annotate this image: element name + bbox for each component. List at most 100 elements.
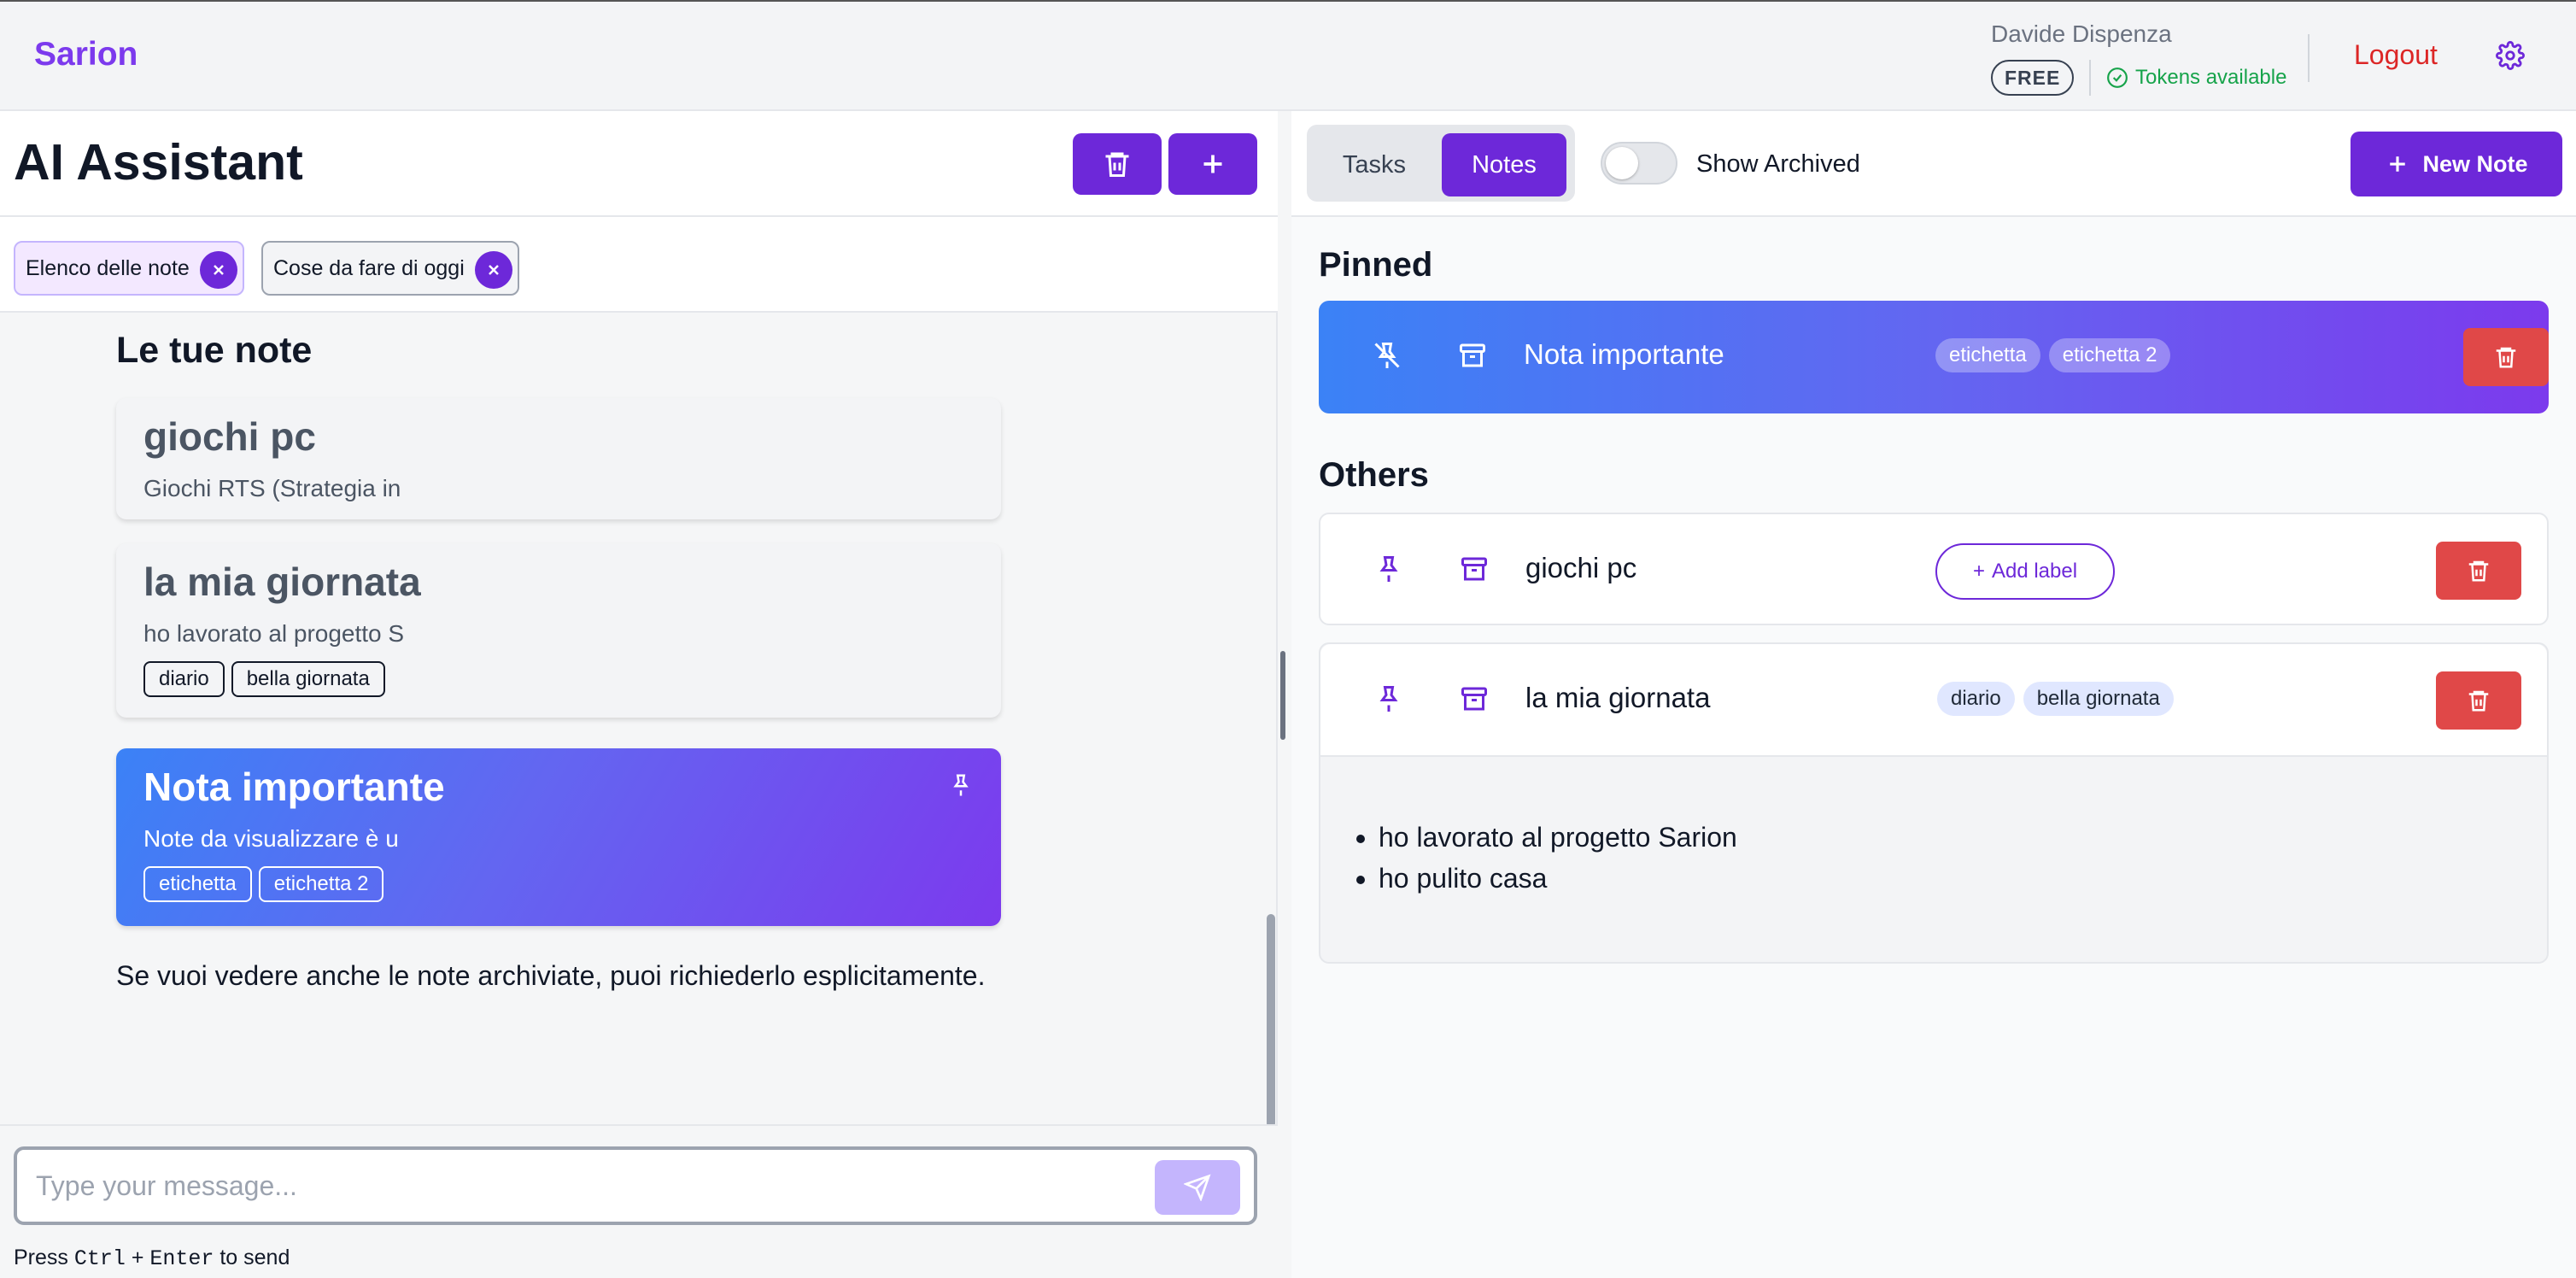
plus-icon: + bbox=[1972, 560, 1985, 583]
show-archived-label: Show Archived bbox=[1696, 150, 1860, 178]
view-tabs: Tasks Notes bbox=[1307, 125, 1575, 202]
send-button[interactable] bbox=[1155, 1160, 1240, 1215]
new-note-label: New Note bbox=[2422, 150, 2528, 177]
note-card-pinned[interactable]: Nota importante Note da visualizzare è u… bbox=[116, 748, 1001, 926]
note-card-tags: diario bella giornata bbox=[143, 661, 974, 697]
trash-icon bbox=[2468, 690, 2489, 712]
tag: diario bbox=[143, 661, 225, 697]
tag[interactable]: etichetta 2 bbox=[2048, 338, 2171, 372]
tokens-status-label: Tokens available bbox=[2135, 66, 2287, 89]
context-chips-bar: Elenco delle note Cose da fare di oggi bbox=[0, 217, 1278, 313]
message-composer: Press Ctrl + Enter to send bbox=[0, 1124, 1278, 1278]
message-heading: Le tue note bbox=[116, 330, 313, 371]
check-circle-icon bbox=[2107, 67, 2128, 88]
trash-icon bbox=[2496, 347, 2516, 368]
pin-icon[interactable] bbox=[1373, 554, 1404, 584]
assistant-header: AI Assistant bbox=[0, 111, 1278, 217]
pin-icon[interactable] bbox=[1373, 683, 1404, 714]
note-card-title: Nota importante bbox=[143, 765, 445, 809]
note-content[interactable]: ho lavorato al progetto Sarion ho pulito… bbox=[1379, 817, 1737, 899]
send-icon bbox=[1184, 1174, 1211, 1201]
list-item: ho pulito casa bbox=[1379, 858, 1737, 899]
gear-icon[interactable] bbox=[2496, 41, 2525, 70]
pin-icon bbox=[953, 774, 969, 796]
message-input[interactable] bbox=[14, 1146, 1257, 1225]
tag: etichetta 2 bbox=[258, 866, 384, 902]
send-hint: Press Ctrl + Enter to send bbox=[14, 1246, 290, 1271]
tab-notes[interactable]: Notes bbox=[1442, 133, 1566, 196]
note-title[interactable]: la mia giornata bbox=[1525, 682, 1710, 714]
note-title[interactable]: Nota importante bbox=[1524, 338, 1724, 371]
tag[interactable]: bella giornata bbox=[2023, 682, 2174, 716]
add-label-text: Add label bbox=[1991, 560, 2078, 583]
new-note-button[interactable]: New Note bbox=[2351, 132, 2562, 196]
close-icon bbox=[489, 265, 499, 275]
show-archived-toggle[interactable] bbox=[1601, 142, 1677, 185]
brand-logo[interactable]: Sarion bbox=[34, 36, 138, 73]
divider bbox=[2308, 34, 2310, 82]
note-row[interactable]: giochi pc + Add label bbox=[1319, 513, 2549, 625]
delete-note-button[interactable] bbox=[2463, 328, 2549, 386]
archive-icon[interactable] bbox=[1457, 340, 1488, 371]
kbd-ctrl: Ctrl bbox=[73, 1246, 126, 1271]
notes-panel: Tasks Notes Show Archived New Note Pinne… bbox=[1291, 111, 2576, 1278]
note-card-preview: Giochi RTS (Strategia in bbox=[143, 475, 401, 501]
tag[interactable]: diario bbox=[1937, 682, 2015, 716]
archive-icon[interactable] bbox=[1459, 554, 1490, 584]
tag: etichetta bbox=[143, 866, 252, 902]
trash-icon bbox=[1105, 152, 1129, 177]
send-hint-plus: + bbox=[125, 1246, 150, 1269]
message-text: Se vuoi vedere anche le note archiviate,… bbox=[116, 960, 986, 991]
section-title-pinned: Pinned bbox=[1319, 246, 1433, 284]
context-chip[interactable]: Cose da fare di oggi bbox=[261, 241, 519, 296]
remove-chip-button[interactable] bbox=[475, 251, 512, 289]
note-card[interactable]: giochi pc Giochi RTS (Strategia in bbox=[116, 398, 1001, 519]
assistant-title: AI Assistant bbox=[14, 134, 303, 191]
tab-tasks[interactable]: Tasks bbox=[1314, 133, 1435, 196]
top-bar: Sarion Davide Dispenza FREE Tokens avail… bbox=[0, 0, 2576, 111]
kbd-enter: Enter bbox=[149, 1246, 214, 1271]
context-chip-label: Cose da fare di oggi bbox=[273, 255, 465, 280]
delete-note-button[interactable] bbox=[2436, 542, 2521, 600]
panel-resize-handle[interactable] bbox=[1280, 651, 1285, 740]
note-row[interactable]: la mia giornata diario bella giornata bbox=[1320, 644, 2547, 757]
note-card-tags: etichetta etichetta 2 bbox=[143, 866, 974, 902]
plan-badge: FREE bbox=[1991, 60, 2075, 96]
note-row[interactable]: Nota importante etichetta etichetta 2 bbox=[1319, 301, 2549, 413]
toggle-knob bbox=[1606, 147, 1638, 179]
note-title[interactable]: giochi pc bbox=[1525, 552, 1636, 584]
note-card-title: giochi pc bbox=[143, 414, 316, 459]
section-title-others: Others bbox=[1319, 456, 1429, 494]
send-hint-suffix: to send bbox=[214, 1246, 290, 1269]
chat-scrollbar[interactable] bbox=[1267, 914, 1275, 1128]
new-chat-button[interactable] bbox=[1168, 133, 1257, 195]
trash-icon bbox=[2468, 560, 2489, 582]
logout-button[interactable]: Logout bbox=[2354, 39, 2438, 71]
note-card[interactable]: la mia giornata ho lavorato al progetto … bbox=[116, 543, 1001, 718]
clear-chat-button[interactable] bbox=[1073, 133, 1162, 195]
notes-header: Tasks Notes Show Archived New Note bbox=[1291, 111, 2576, 217]
note-card-title: la mia giornata bbox=[143, 560, 421, 604]
assistant-panel: AI Assistant Elenco delle note Cose da f… bbox=[0, 111, 1278, 1278]
context-chip-label: Elenco delle note bbox=[26, 255, 190, 280]
plus-icon bbox=[1203, 155, 1222, 173]
tag[interactable]: etichetta bbox=[1935, 338, 2040, 372]
context-chip[interactable]: Elenco delle note bbox=[14, 241, 244, 296]
close-icon bbox=[214, 265, 224, 275]
archive-icon[interactable] bbox=[1459, 683, 1490, 714]
user-name: Davide Dispenza bbox=[1991, 21, 2172, 47]
tokens-status: Tokens available bbox=[2089, 60, 2286, 96]
list-item: ho lavorato al progetto Sarion bbox=[1379, 817, 1737, 858]
note-card-preview: ho lavorato al progetto S bbox=[143, 620, 405, 647]
note-tags: diario bella giornata bbox=[1937, 682, 2174, 716]
send-hint-prefix: Press bbox=[14, 1246, 74, 1269]
remove-chip-button[interactable] bbox=[200, 251, 237, 289]
tag: bella giornata bbox=[231, 661, 385, 697]
plus-icon bbox=[2390, 156, 2406, 172]
note-expanded: la mia giornata diario bella giornata ho… bbox=[1319, 642, 2549, 964]
unpin-icon[interactable] bbox=[1372, 340, 1402, 371]
delete-note-button[interactable] bbox=[2436, 671, 2521, 730]
add-label-button[interactable]: + Add label bbox=[1935, 543, 2115, 600]
note-card-preview: Note da visualizzare è u bbox=[143, 825, 399, 852]
chat-messages[interactable]: Le tue note giochi pc Giochi RTS (Strate… bbox=[0, 313, 1278, 1124]
